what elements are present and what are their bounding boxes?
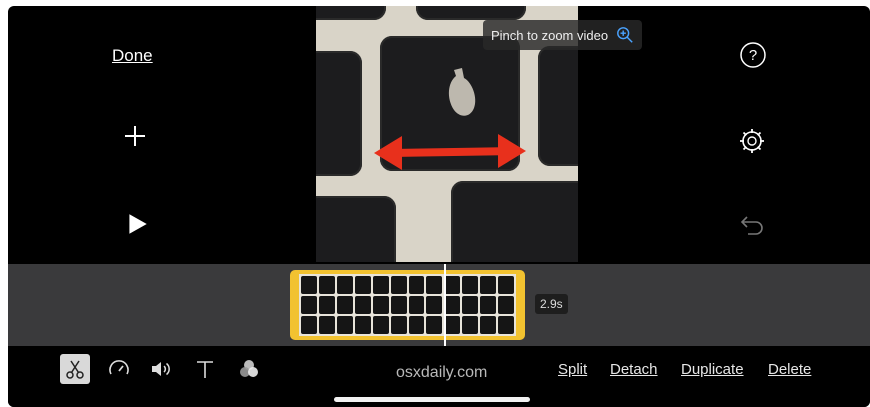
playhead[interactable] — [444, 264, 446, 346]
imovie-editor: Done Pinch to zoom video ? 2.9s osxdaily… — [8, 6, 870, 407]
pinch-hint-text: Pinch to zoom video — [491, 27, 609, 43]
speed-tool[interactable] — [104, 354, 134, 384]
scissors-tool[interactable] — [60, 354, 90, 384]
help-icon[interactable]: ? — [738, 40, 768, 70]
pinch-to-zoom-hint: Pinch to zoom video — [483, 20, 643, 50]
duplicate-button[interactable]: Duplicate — [681, 361, 744, 378]
clip-thumbnails — [299, 274, 516, 336]
clip-duration: 2.9s — [535, 294, 568, 314]
volume-icon — [152, 362, 170, 376]
scissors-icon — [66, 360, 84, 379]
zoom-in-icon — [617, 27, 633, 43]
settings-icon[interactable] — [737, 126, 767, 156]
split-button[interactable]: Split — [558, 361, 587, 378]
home-indicator[interactable] — [334, 397, 530, 402]
video-clip[interactable] — [290, 270, 525, 340]
filters-tool[interactable] — [234, 354, 264, 384]
undo-icon[interactable] — [738, 211, 766, 237]
left-controls: Done — [8, 6, 318, 262]
svg-text:?: ? — [749, 47, 757, 64]
volume-tool[interactable] — [146, 354, 176, 384]
done-button[interactable]: Done — [112, 46, 153, 66]
bottom-toolbar: osxdaily.com Split Detach Duplicate Dele… — [8, 346, 870, 407]
watermark-text: osxdaily.com — [396, 364, 488, 381]
text-tool[interactable] — [190, 354, 220, 384]
detach-button[interactable]: Detach — [610, 361, 658, 378]
delete-button[interactable]: Delete — [768, 361, 811, 378]
plus-icon[interactable] — [123, 124, 147, 148]
text-icon — [197, 361, 213, 378]
speed-icon — [109, 360, 129, 375]
timeline[interactable]: 2.9s — [8, 264, 870, 346]
filters-icon — [240, 360, 258, 377]
play-icon[interactable] — [124, 211, 150, 237]
